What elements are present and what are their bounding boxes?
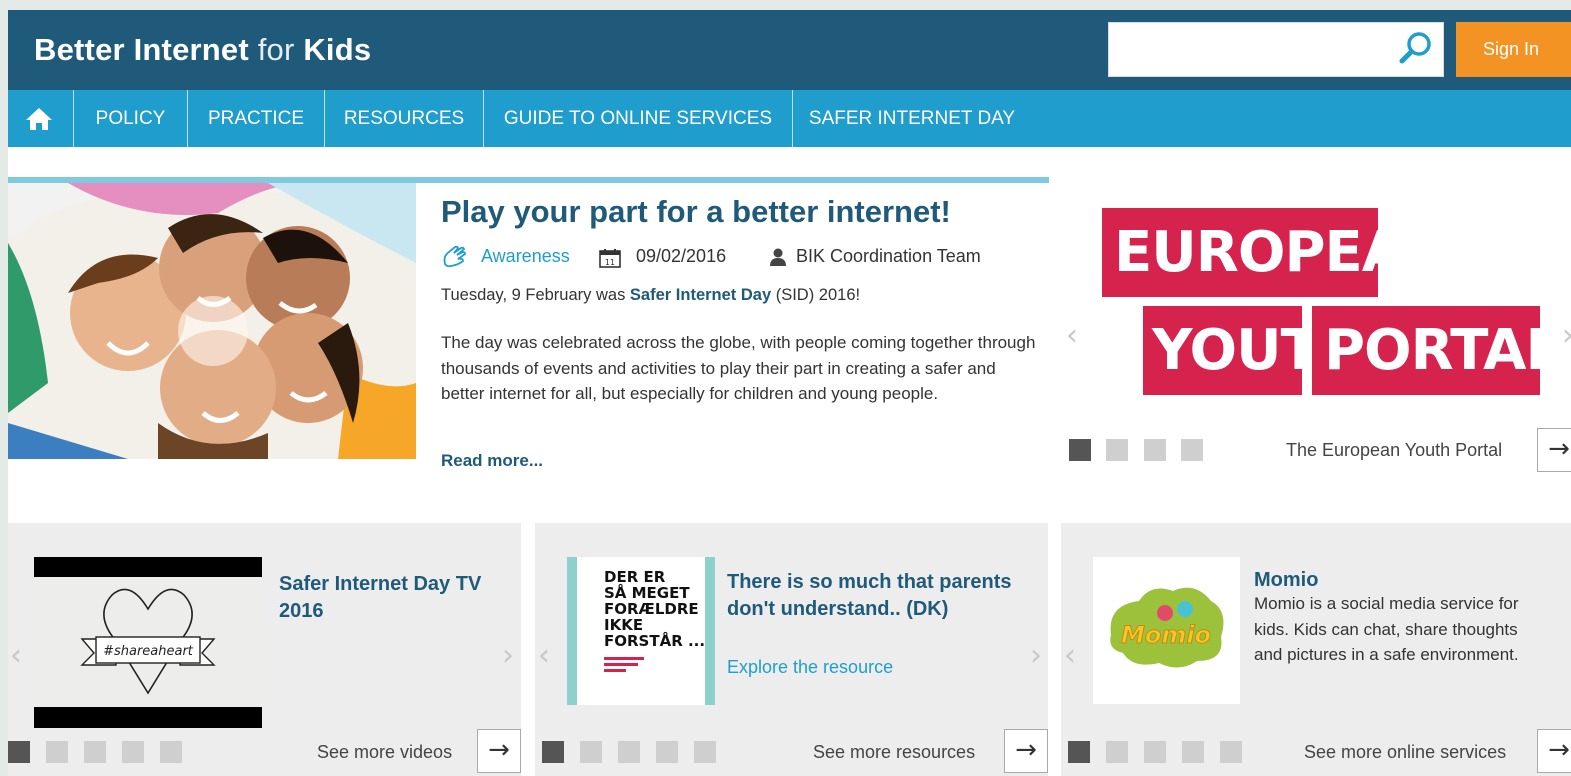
pager-dot[interactable] [580,741,602,763]
see-more-online-services-link[interactable]: See more online services [1304,742,1506,763]
user-icon [770,248,786,266]
pager-dot[interactable] [84,741,106,763]
home-icon [26,108,52,130]
main-nav: POLICY PRACTICE RESOURCES GUIDE TO ONLIN… [8,90,1571,147]
resources-card: DER ER SÅ MEGET FORÆLDRE IKKE FORSTÅR ..… [535,523,1048,776]
videos-card-title[interactable]: Safer Internet Day TV 2016 [279,571,499,625]
sign-in-button[interactable]: Sign In [1456,22,1571,77]
chevron-left-icon[interactable]: ‹ [10,638,22,673]
pager-dot[interactable] [694,741,716,763]
svg-text:Momio: Momio [1121,621,1211,649]
chevron-left-icon[interactable]: ‹ [1066,318,1078,353]
pager-dot[interactable] [1182,741,1204,763]
pager-dot[interactable] [1068,741,1090,763]
thumb-text: #shareaheart [103,644,194,659]
header-bar: Better Internet for Kids Sign In [8,10,1571,90]
logo-word-for: for [257,32,295,67]
arrow-right-icon[interactable]: → [1004,729,1048,773]
banner-word-youth: YOUTH [1143,306,1365,395]
nav-home[interactable] [8,90,74,147]
featured-author: BIK Coordination Team [796,246,981,266]
service-thumbnail[interactable]: Momio [1093,557,1240,704]
intro-link[interactable]: Safer Internet Day [630,286,771,304]
european-youth-portal-banner[interactable]: EUROPEAN YOUTH PORTAL [1102,208,1561,396]
pager-dot[interactable] [1106,741,1128,763]
featured-intro: Tuesday, 9 February was Safer Internet D… [441,286,860,305]
videos-pager [8,741,183,763]
resources-card-title[interactable]: There is so much that parents don't unde… [727,569,1027,623]
pager-dot[interactable] [1220,741,1242,763]
pager-dot[interactable] [1144,439,1166,461]
arrow-right-icon[interactable]: → [477,729,521,773]
featured-body: The day was celebrated across the globe,… [441,333,1036,403]
pager-dot[interactable] [542,741,564,763]
featured-tag[interactable]: Awareness [481,246,570,267]
chevron-left-icon[interactable]: ‹ [1064,638,1076,673]
pager-dot[interactable] [1106,439,1128,461]
calendar-icon: 11 [599,249,621,268]
nav-policy[interactable]: POLICY [74,90,188,147]
banner-word-portal: PORTAL [1312,306,1561,395]
videos-card: #shareaheart Safer Internet Day TV 2016 … [8,523,521,776]
nav-guide-to-online-services[interactable]: GUIDE TO ONLINE SERVICES [484,90,793,147]
services-card-title[interactable]: Momio [1254,567,1318,594]
spotlight-pager [1069,439,1209,461]
arrow-right-icon[interactable]: → [1537,428,1571,472]
search-input[interactable] [1108,22,1444,77]
resource-thumbnail[interactable]: DER ER SÅ MEGET FORÆLDRE IKKE FORSTÅR ..… [567,557,715,705]
pager-dot[interactable] [618,741,640,763]
intro-prefix: Tuesday, 9 February was [441,286,630,304]
search-icon[interactable] [1395,29,1435,69]
see-more-videos-link[interactable]: See more videos [317,742,452,763]
logo-word-kids: Kids [303,32,372,67]
awareness-hand-icon [443,245,466,268]
logo-word-internet: Internet [133,32,249,67]
svg-text:11: 11 [605,258,615,267]
intro-suffix: (SID) 2016! [771,286,861,304]
pager-dot[interactable] [160,741,182,763]
arrow-right-icon[interactable]: → [1537,729,1571,773]
services-card-description: Momio is a social media service for kids… [1254,594,1519,664]
site-logo[interactable]: Better Internet for Kids [34,32,371,68]
featured-date: 09/02/2016 [636,246,727,266]
chevron-right-icon[interactable]: › [1562,318,1571,353]
pager-dot[interactable] [656,741,678,763]
nav-practice[interactable]: PRACTICE [188,90,325,147]
featured-image[interactable] [8,183,416,459]
svg-text:FORSTÅR ...: FORSTÅR ... [604,631,705,650]
pager-dot[interactable] [1181,439,1203,461]
pager-dot[interactable] [1069,439,1091,461]
pager-dot[interactable] [46,741,68,763]
pager-dot[interactable] [122,741,144,763]
featured-title[interactable]: Play your part for a better internet! [441,194,951,230]
banner-line-european: EUROPEAN [1102,208,1451,297]
page: Better Internet for Kids Sign In POLICY … [8,10,1571,776]
nav-resources[interactable]: RESOURCES [325,90,484,147]
nav-safer-internet-day[interactable]: SAFER INTERNET DAY [793,90,1031,147]
spotlight-caption[interactable]: The European Youth Portal [1286,440,1502,461]
see-more-resources-link[interactable]: See more resources [813,742,975,763]
read-more-link[interactable]: Read more... [441,451,543,471]
chevron-right-icon[interactable]: › [1030,638,1042,673]
pager-dot[interactable] [1144,741,1166,763]
services-card: Momio Momio Momio is a social media serv… [1061,523,1571,776]
resources-pager [542,741,717,763]
chevron-right-icon[interactable]: › [502,638,514,673]
pager-dot[interactable] [8,741,30,763]
services-pager [1068,741,1243,763]
chevron-left-icon[interactable]: ‹ [538,638,550,673]
video-thumbnail[interactable]: #shareaheart [34,557,262,728]
explore-resource-link[interactable]: Explore the resource [727,657,893,678]
logo-word-better: Better [34,32,125,67]
